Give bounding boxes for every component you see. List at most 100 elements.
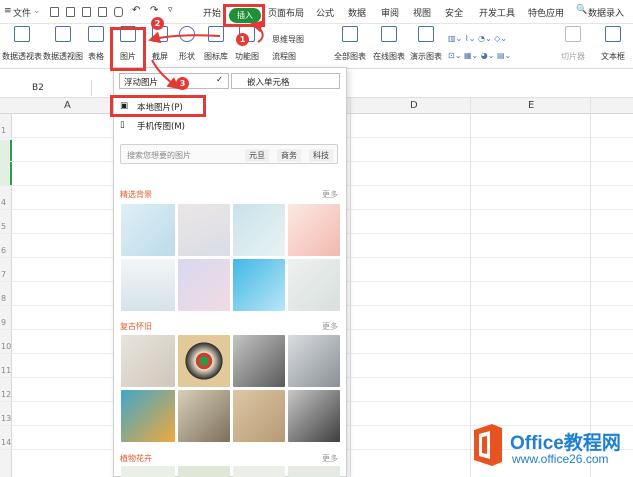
image-thumbnail[interactable] [233, 390, 285, 442]
row-header[interactable]: 1 [1, 126, 6, 135]
tab-data[interactable]: 数据 [348, 6, 366, 19]
icon-library-button[interactable]: 图标库 [203, 26, 229, 62]
row-header[interactable]: 7 [1, 270, 6, 279]
screenshot-button[interactable]: 截屏 [146, 26, 174, 62]
table-button[interactable]: 表格 [86, 26, 106, 62]
demo-charts-button[interactable]: 演示图表 [408, 26, 444, 62]
chip-business[interactable]: 商务 [277, 149, 301, 162]
tab-review[interactable]: 审阅 [381, 6, 399, 19]
textbox-button[interactable]: 文本框 [597, 26, 629, 62]
slicer-button[interactable]: 切片器 [558, 26, 588, 62]
image-thumbnail[interactable] [178, 335, 230, 387]
print-icon[interactable] [114, 7, 123, 17]
section-title-plants: 植物花卉 [120, 454, 152, 463]
pivot-table-icon [14, 26, 30, 42]
online-charts-button[interactable]: 在线图表 [370, 26, 408, 62]
image-thumbnail[interactable] [288, 390, 340, 442]
tab-formulas[interactable]: 公式 [316, 6, 334, 19]
name-box[interactable]: B2 [0, 80, 92, 96]
image-thumbnail[interactable] [178, 466, 230, 477]
column-header-d[interactable]: D [410, 100, 418, 111]
export-icon[interactable] [98, 7, 107, 17]
image-thumbnail[interactable] [178, 259, 230, 311]
grid-line [470, 98, 471, 477]
image-thumbnail[interactable] [288, 466, 340, 477]
more-link[interactable]: 更多 [322, 321, 338, 332]
image-thumbnail[interactable] [288, 259, 340, 311]
chart-type-icons-2[interactable]: ⊡⌄ ▦⌄ ◕⌄ ▤⌄ [448, 51, 511, 60]
more-link[interactable]: 更多 [322, 453, 338, 464]
search-command[interactable]: 数据录入 [588, 6, 624, 19]
demo-chart-icon [418, 26, 434, 42]
image-thumbnail[interactable] [178, 390, 230, 442]
all-charts-button[interactable]: 全部图表 [330, 26, 370, 62]
image-thumbnail[interactable] [288, 204, 340, 256]
hamburger-icon[interactable]: ≡ [4, 6, 12, 16]
pivot-table-button[interactable]: 数据透视表 [2, 26, 42, 62]
new-file-icon[interactable] [50, 7, 59, 17]
more-icon[interactable]: ▿ [168, 5, 173, 15]
tab-view[interactable]: 视图 [413, 6, 431, 19]
tab-developer[interactable]: 开发工具 [479, 6, 515, 19]
chevron-down-icon[interactable]: ⌄ [33, 6, 41, 16]
check-icon: ✓ [216, 75, 224, 85]
column-header-a[interactable]: A [64, 100, 71, 111]
image-thumbnail[interactable] [288, 335, 340, 387]
redo-icon[interactable]: ↷ [150, 5, 158, 16]
search-icon[interactable]: 🔍 [576, 5, 587, 15]
column-header-e[interactable]: E [528, 100, 534, 111]
row-header[interactable]: 9 [1, 318, 6, 327]
mindmap-button[interactable]: 思维导图 [272, 34, 304, 45]
image-thumbnail[interactable] [121, 335, 175, 387]
spreadsheet-window: ≡ 文件 ⌄ ↶ ↷ ▿ 开始 插入 页面布局 公式 数据 审阅 视图 安全 开… [0, 0, 633, 477]
image-thumbnail[interactable] [233, 466, 285, 477]
grid-line [350, 98, 351, 477]
undo-icon[interactable]: ↶ [132, 5, 140, 16]
row-header[interactable]: 6 [1, 246, 6, 255]
chip-tech[interactable]: 科技 [309, 149, 333, 162]
tab-security[interactable]: 安全 [445, 6, 463, 19]
row-header[interactable]: 13 [1, 414, 11, 423]
textbox-icon [605, 26, 621, 42]
selected-row-indicator [0, 140, 12, 186]
open-file-icon[interactable] [66, 7, 75, 17]
phone-icon: ▯ [120, 120, 125, 130]
office-logo-icon [474, 424, 502, 466]
save-icon[interactable] [82, 7, 91, 17]
annotation-box-picture-button [110, 27, 146, 71]
bar-chart-icon [342, 26, 358, 42]
row-header[interactable]: 14 [1, 438, 11, 447]
ribbon: 数据透视表 数据透视图 表格 图片 截屏 形状 图标库 功能图 思维导图 流程图… [0, 24, 633, 69]
image-thumbnail[interactable] [233, 204, 285, 256]
icon-library-icon [208, 26, 224, 42]
row-header[interactable]: 11 [1, 366, 11, 375]
tab-page-layout[interactable]: 页面布局 [268, 6, 304, 19]
section-title-retro: 复古怀旧 [120, 322, 152, 331]
pivot-chart-button[interactable]: 数据透视图 [42, 26, 84, 62]
chip-new-year[interactable]: 元旦 [245, 149, 269, 162]
step-badge-2: 2 [151, 17, 164, 30]
row-header[interactable]: 8 [1, 294, 6, 303]
row-header[interactable]: 12 [1, 390, 11, 399]
file-menu[interactable]: 文件 [13, 6, 31, 19]
watermark-url: www.office26.com [512, 452, 609, 466]
image-thumbnail[interactable] [233, 335, 285, 387]
phone-upload-option[interactable]: 手机传图(M) [137, 120, 185, 132]
image-thumbnail[interactable] [121, 390, 175, 442]
row-header[interactable]: 5 [1, 222, 6, 231]
tab-home[interactable]: 开始 [203, 6, 221, 19]
float-image-label: 浮动图片 [124, 78, 159, 88]
more-link[interactable]: 更多 [322, 189, 338, 200]
image-thumbnail[interactable] [233, 259, 285, 311]
image-thumbnail[interactable] [178, 204, 230, 256]
shape-button[interactable]: 形状 [174, 26, 200, 62]
row-header[interactable]: 10 [1, 342, 11, 351]
row-header[interactable]: 4 [1, 198, 6, 207]
image-thumbnail[interactable] [121, 259, 175, 311]
step-badge-1: 1 [236, 33, 249, 46]
image-thumbnail[interactable] [121, 204, 175, 256]
flowchart-button[interactable]: 流程图 [272, 51, 296, 62]
chart-type-icons[interactable]: ▥⌄ ⌇⌄ ◔⌄ ◇⌄ [448, 34, 507, 43]
image-thumbnail[interactable] [121, 466, 175, 477]
tab-special[interactable]: 特色应用 [528, 6, 564, 19]
